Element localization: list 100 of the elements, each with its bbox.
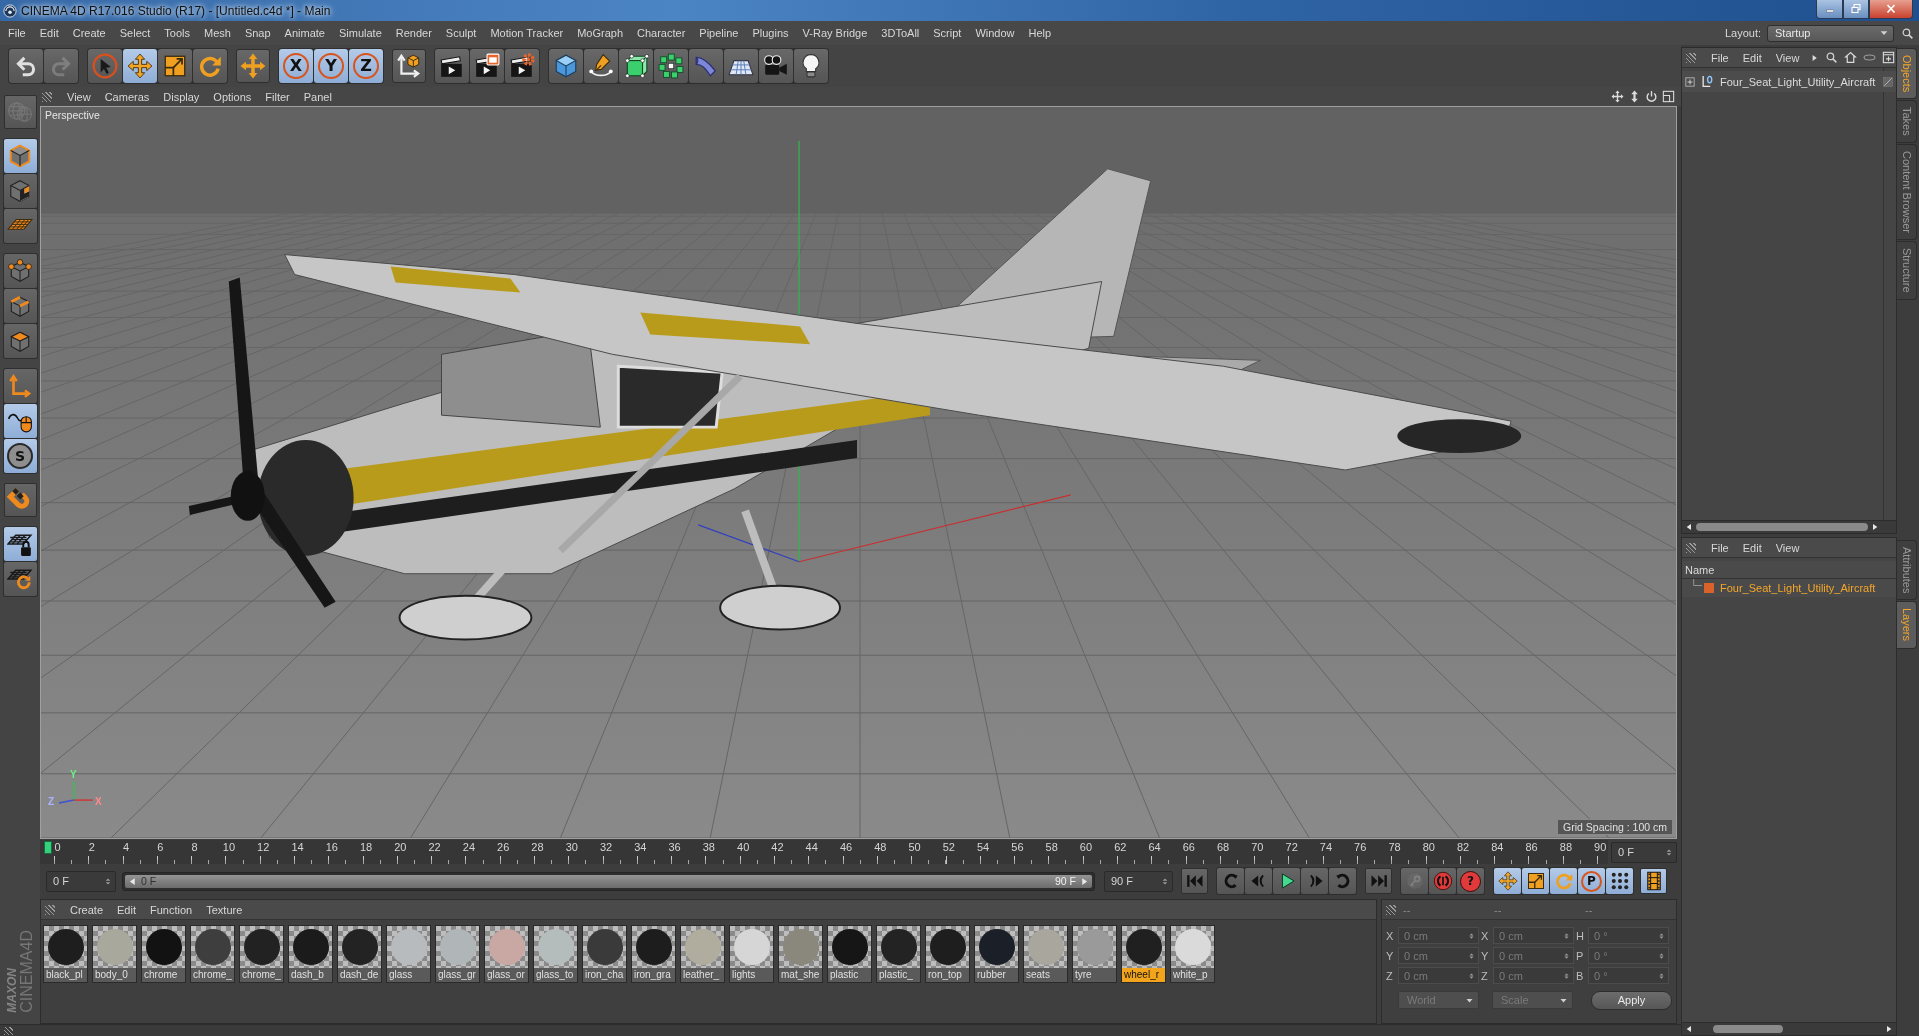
coordinate-system-button[interactable] <box>392 49 426 83</box>
parameter-key-button[interactable]: P <box>1578 868 1605 894</box>
menu-item[interactable]: Sculpt <box>438 23 484 43</box>
menu-item[interactable]: Simulate <box>331 23 389 43</box>
go-to-end-button[interactable] <box>1365 868 1392 894</box>
material-item[interactable]: dash_de <box>337 925 382 983</box>
scale-tool-button[interactable] <box>158 49 192 83</box>
playhead-handle[interactable] <box>44 841 52 854</box>
menu-item[interactable]: V-Ray Bridge <box>795 23 875 43</box>
triangle-right-icon[interactable] <box>1885 1025 1893 1033</box>
menu-item[interactable]: Edit <box>32 23 66 43</box>
move-tool-button[interactable] <box>123 49 157 83</box>
z-axis-button[interactable]: Z <box>349 49 383 83</box>
menu-item[interactable]: Display <box>156 88 207 105</box>
layer-row[interactable]: Four_Seat_Light_Utility_Aircraft <box>1682 579 1896 597</box>
polygons-mode-button[interactable] <box>3 324 37 358</box>
material-item[interactable]: mat_she <box>778 925 823 983</box>
column-header[interactable]: Name <box>1682 561 1896 579</box>
material-item[interactable]: chrome <box>141 925 186 983</box>
expand-icon[interactable] <box>1685 76 1695 87</box>
edges-mode-button[interactable] <box>3 289 37 323</box>
search-icon[interactable] <box>1901 26 1914 40</box>
plus-box-icon[interactable] <box>1882 51 1896 64</box>
material-item[interactable]: plastic <box>827 925 872 983</box>
previous-key-button[interactable] <box>1217 868 1244 894</box>
menu-item[interactable]: Window <box>968 23 1022 43</box>
menu-item[interactable]: Edit <box>110 901 143 918</box>
horizontal-scrollbar[interactable] <box>1682 1022 1896 1035</box>
material-item[interactable]: lights <box>729 925 774 983</box>
step-forward-button[interactable] <box>1301 868 1328 894</box>
material-item[interactable]: ron_top <box>925 925 970 983</box>
home-icon[interactable] <box>1844 51 1858 64</box>
point-level-button[interactable] <box>1606 868 1633 894</box>
tweak-mode-button[interactable] <box>3 404 37 438</box>
camera-button[interactable] <box>759 49 793 83</box>
picture-viewer-button[interactable] <box>470 49 504 83</box>
menu-item[interactable]: Create <box>65 23 113 43</box>
menu-item[interactable]: Animate <box>277 23 332 43</box>
viewport[interactable]: Perspective Y Z X Grid Spacing : 100 cm <box>40 106 1677 839</box>
material-item[interactable]: white_p <box>1170 925 1215 983</box>
menu-item[interactable]: Character <box>630 23 693 43</box>
material-item[interactable]: dash_b <box>288 925 333 983</box>
material-item[interactable]: glass <box>386 925 431 983</box>
scrollbar-thumb[interactable] <box>1696 523 1868 531</box>
slashed-square-icon[interactable] <box>1883 76 1893 87</box>
transform-tool-button[interactable] <box>236 49 270 83</box>
menu-item[interactable]: Script <box>926 23 969 43</box>
menu-item[interactable]: MoGraph <box>570 23 631 43</box>
material-item[interactable]: iron_cha <box>582 925 627 983</box>
solo-button[interactable]: S <box>3 439 37 473</box>
menu-item[interactable]: Select <box>112 23 158 43</box>
position-key-button[interactable] <box>1494 868 1521 894</box>
menu-item[interactable]: Options <box>206 88 259 105</box>
align-workplane-button[interactable] <box>3 562 37 596</box>
menu-item[interactable]: Motion Tracker <box>483 23 571 43</box>
model-mode-button[interactable] <box>3 139 37 173</box>
material-item[interactable]: chrome_ <box>239 925 284 983</box>
menu-item[interactable]: Help <box>1021 23 1059 43</box>
menu-item[interactable]: Create <box>63 901 111 918</box>
menu-item[interactable]: View <box>60 88 98 105</box>
light-button[interactable] <box>794 49 828 83</box>
select-tool-button[interactable] <box>88 49 122 83</box>
record-button[interactable] <box>1429 868 1456 894</box>
material-item[interactable]: body_0 <box>92 925 137 983</box>
menu-item[interactable]: Plugins <box>745 23 796 43</box>
material-item[interactable]: glass_to <box>533 925 578 983</box>
go-to-start-button[interactable] <box>1181 868 1208 894</box>
render-settings-button[interactable] <box>505 49 539 83</box>
triangle-left-icon[interactable] <box>1685 1025 1693 1033</box>
object-row[interactable]: Four_Seat_Light_Utility_Aircraft <box>1682 71 1896 92</box>
menu-item[interactable]: Snap <box>237 23 278 43</box>
material-item[interactable]: plastic_ <box>876 925 921 983</box>
x-axis-button[interactable]: X <box>279 49 313 83</box>
workplane-mode-button[interactable] <box>3 209 37 243</box>
current-frame-field[interactable]: 0 F <box>1611 841 1677 863</box>
material-item[interactable]: leather_ <box>680 925 725 983</box>
next-key-button[interactable] <box>1329 868 1356 894</box>
material-item[interactable]: iron_gra <box>631 925 676 983</box>
play-button[interactable] <box>1273 868 1300 894</box>
undo-button[interactable] <box>9 49 43 83</box>
render-view-button[interactable] <box>435 49 469 83</box>
menu-item[interactable]: Tools <box>157 23 197 43</box>
triangle-left-icon[interactable] <box>1685 523 1693 531</box>
side-tab[interactable]: Attributes <box>1897 540 1917 601</box>
menu-item[interactable]: Render <box>388 23 439 43</box>
restore-button[interactable] <box>1843 0 1869 19</box>
rotate-tool-button[interactable] <box>193 49 227 83</box>
menu-item[interactable]: Function <box>143 901 200 918</box>
snap-button[interactable] <box>3 483 37 517</box>
y-axis-button[interactable]: Y <box>314 49 348 83</box>
axis-mode-button[interactable] <box>3 369 37 403</box>
menu-item[interactable]: View <box>1768 539 1807 556</box>
menu-item[interactable]: File <box>1 23 33 43</box>
side-tab[interactable]: Structure <box>1897 241 1917 300</box>
pen-button[interactable] <box>584 49 618 83</box>
search-icon[interactable] <box>1825 51 1839 64</box>
layout-dropdown[interactable]: Startup <box>1767 24 1894 42</box>
material-item[interactable]: tyre <box>1072 925 1117 983</box>
texture-mode-button[interactable] <box>3 174 37 208</box>
material-item[interactable]: black_pl <box>43 925 88 983</box>
